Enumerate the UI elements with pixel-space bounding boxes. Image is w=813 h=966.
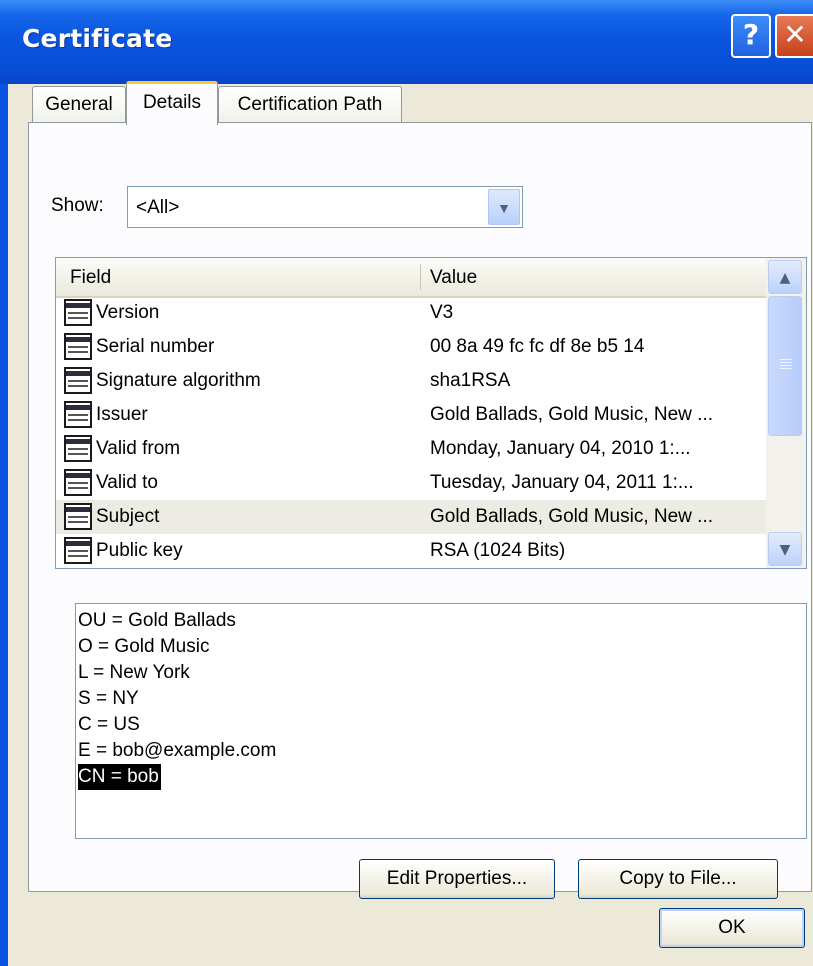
list-row-valid-from[interactable]: Valid from Monday, January 04, 2010 1:..… xyxy=(56,432,766,466)
field-icon xyxy=(64,333,92,360)
show-label: Show: xyxy=(51,195,104,216)
chevron-down-icon[interactable]: ▼ xyxy=(488,189,520,225)
column-value[interactable]: Value xyxy=(430,267,477,289)
show-selected-value: <All> xyxy=(136,197,180,218)
row-value: Gold Ballads, Gold Music, New ... xyxy=(430,506,713,527)
copy-to-file-button[interactable]: Copy to File... xyxy=(578,859,778,899)
certificate-window: Certificate ? ✕ General Details Certific… xyxy=(0,0,813,966)
column-field[interactable]: Field xyxy=(70,267,111,289)
list-row-issuer[interactable]: Issuer Gold Ballads, Gold Music, New ... xyxy=(56,398,766,432)
list-row-serial-number[interactable]: Serial number 00 8a 49 fc fc df 8e b5 14 xyxy=(56,330,766,364)
details-panel: Show: <All> ▼ Field Value Version V3 Ser… xyxy=(28,122,812,899)
row-field: Public key xyxy=(96,540,183,561)
column-divider[interactable] xyxy=(420,264,421,290)
list-row-valid-to[interactable]: Valid to Tuesday, January 04, 2011 1:... xyxy=(56,466,766,500)
row-field: Signature algorithm xyxy=(96,370,261,391)
field-icon xyxy=(64,435,92,462)
detail-line: OU = Gold Ballads xyxy=(78,610,236,631)
field-icon xyxy=(64,367,92,394)
edit-properties-button[interactable]: Edit Properties... xyxy=(359,859,555,899)
row-value: RSA (1024 Bits) xyxy=(430,540,566,561)
field-icon xyxy=(64,537,92,564)
field-icon xyxy=(64,299,92,326)
detail-line: S = NY xyxy=(78,688,139,709)
row-field: Serial number xyxy=(96,336,215,357)
row-value: Gold Ballads, Gold Music, New ... xyxy=(430,404,713,425)
show-dropdown[interactable]: <All> ▼ xyxy=(127,186,523,228)
tab-details[interactable]: Details xyxy=(126,81,218,125)
title-bar[interactable]: Certificate ? ✕ xyxy=(0,0,813,84)
field-icon xyxy=(64,503,92,530)
field-list[interactable]: Field Value Version V3 Serial number 00 … xyxy=(55,257,807,569)
row-value: Tuesday, January 04, 2011 1:... xyxy=(430,472,694,493)
grip-icon xyxy=(780,359,792,360)
ok-button[interactable]: OK xyxy=(659,908,805,948)
list-row-signature-algorithm[interactable]: Signature algorithm sha1RSA xyxy=(56,364,766,398)
row-value: sha1RSA xyxy=(430,370,511,391)
list-row-version[interactable]: Version V3 xyxy=(56,296,766,330)
row-field: Subject xyxy=(96,506,160,527)
detail-line: E = bob@example.com xyxy=(78,740,277,761)
field-icon xyxy=(64,401,92,428)
scrollbar-thumb[interactable] xyxy=(768,296,802,436)
row-field: Valid to xyxy=(96,472,158,493)
row-value: Monday, January 04, 2010 1:... xyxy=(430,438,691,459)
row-field: Valid from xyxy=(96,438,181,459)
tab-general[interactable]: General xyxy=(32,86,126,124)
detail-line: C = US xyxy=(78,714,140,735)
help-button[interactable]: ? xyxy=(731,14,771,58)
list-header: Field Value xyxy=(56,258,766,298)
detail-line: O = Gold Music xyxy=(78,636,210,657)
dialog-client: General Details Certification Path Show:… xyxy=(8,81,813,966)
detail-line-selected: CN = bob xyxy=(78,764,161,790)
field-icon xyxy=(64,469,92,496)
row-field: Issuer xyxy=(96,404,148,425)
window-title: Certificate xyxy=(22,24,173,53)
detail-line: L = New York xyxy=(78,662,190,683)
scroll-up-icon[interactable]: ▲ xyxy=(768,260,802,294)
list-row-subject[interactable]: Subject Gold Ballads, Gold Music, New ..… xyxy=(56,500,766,534)
row-field: Version xyxy=(96,302,160,323)
field-detail-textbox[interactable]: OU = Gold Ballads O = Gold Music L = New… xyxy=(75,603,807,839)
tab-certification-path[interactable]: Certification Path xyxy=(218,86,402,124)
row-value: 00 8a 49 fc fc df 8e b5 14 xyxy=(430,336,645,357)
close-button[interactable]: ✕ xyxy=(775,14,813,58)
row-value: V3 xyxy=(430,302,454,323)
list-scrollbar[interactable]: ▲ ▼ xyxy=(766,258,806,568)
list-row-public-key[interactable]: Public key RSA (1024 Bits) xyxy=(56,534,766,568)
scroll-down-icon[interactable]: ▼ xyxy=(768,532,802,566)
